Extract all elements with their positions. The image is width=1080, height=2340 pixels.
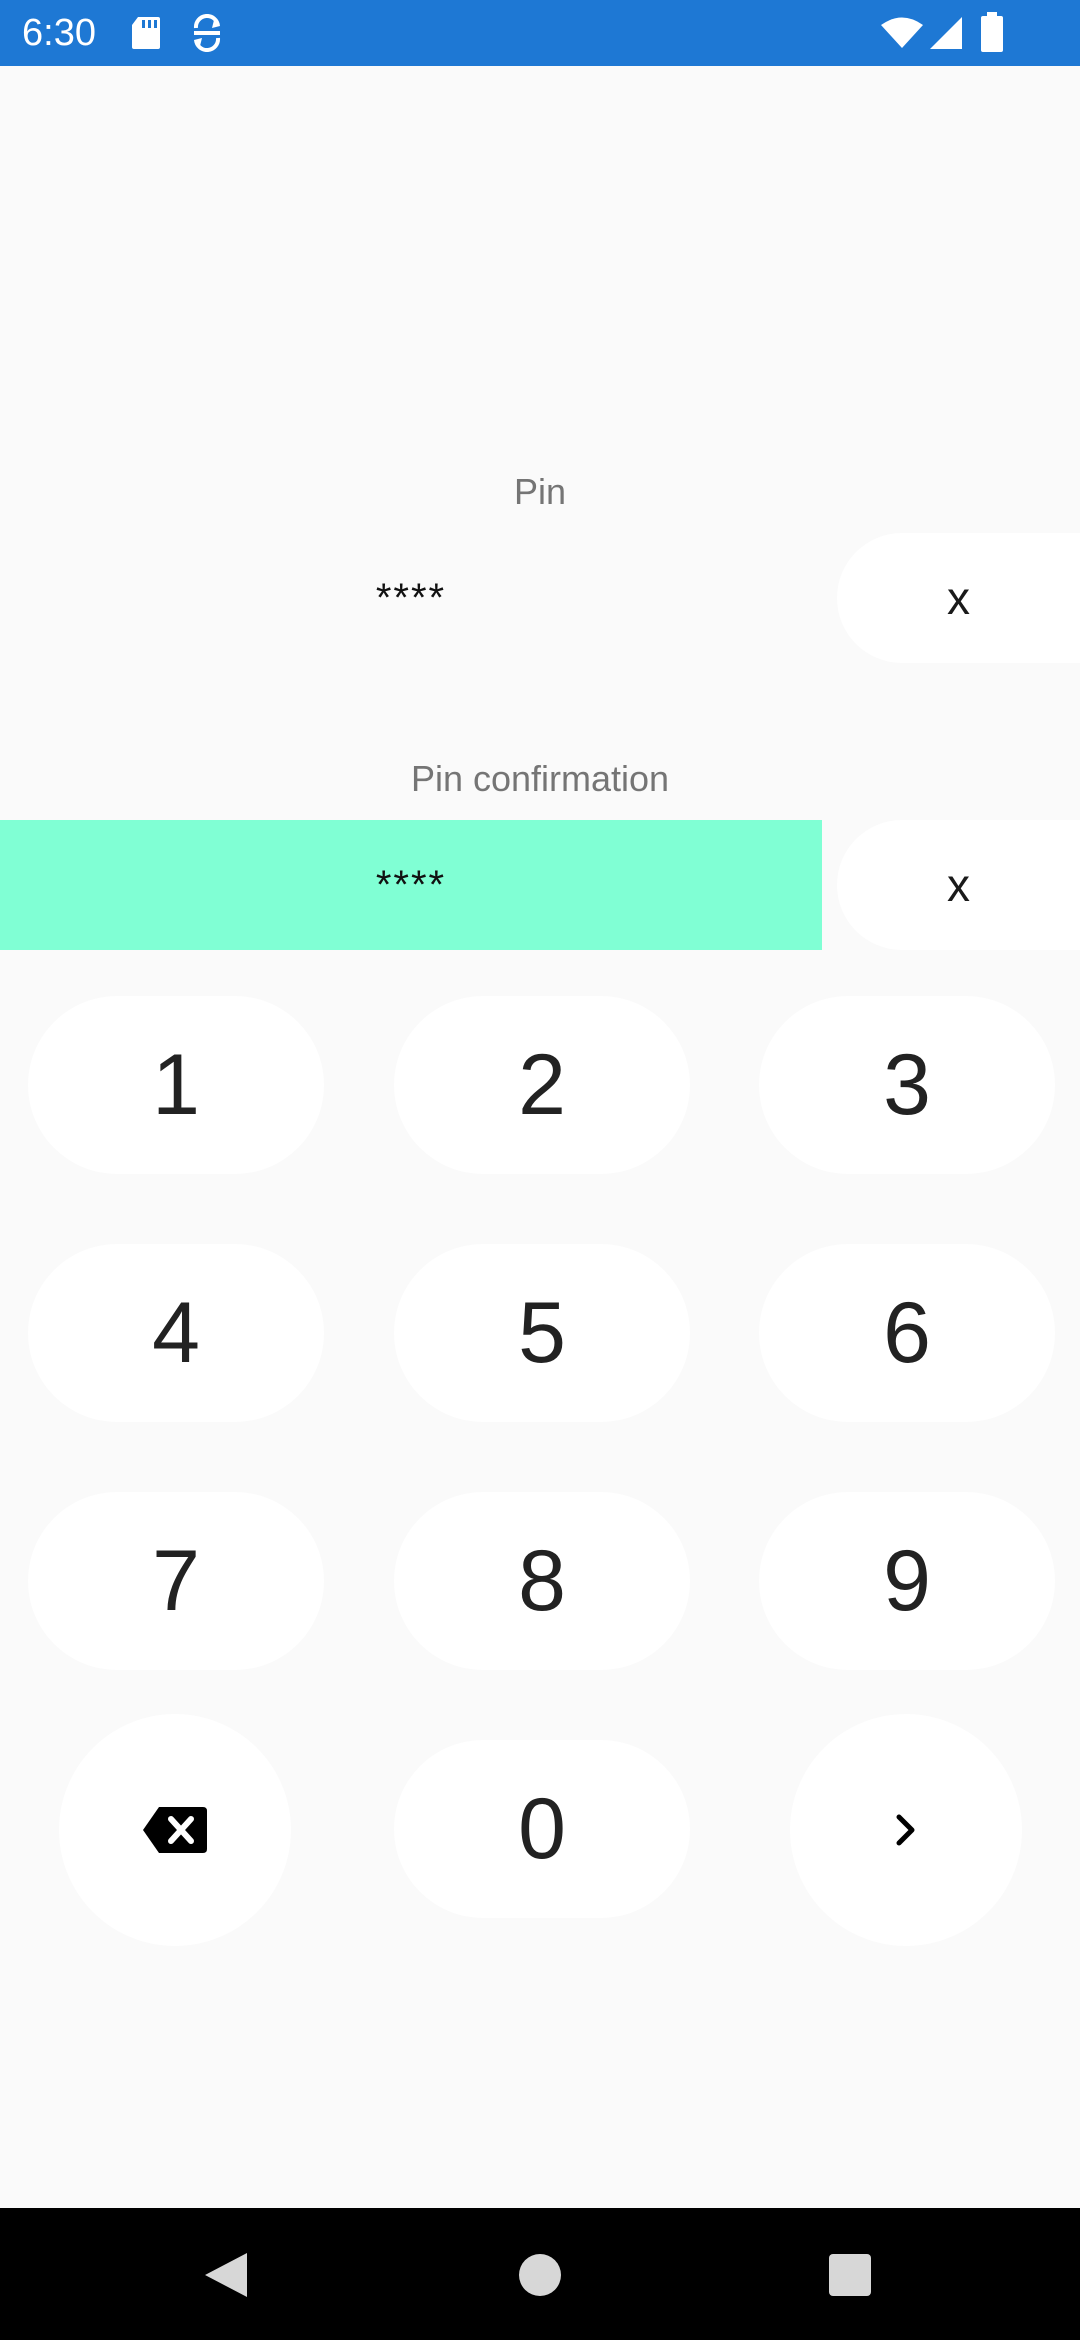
sync-icon (193, 14, 221, 52)
backspace-icon (143, 1807, 207, 1853)
backspace-button[interactable] (59, 1714, 291, 1946)
navigation-bar (0, 2208, 1080, 2340)
key-2[interactable]: 2 (394, 996, 690, 1174)
pin-confirmation-field[interactable]: **** (0, 820, 822, 950)
wifi-icon (881, 17, 923, 48)
signal-icon (930, 17, 962, 49)
status-bar: 6:30 (0, 0, 1080, 66)
key-7[interactable]: 7 (28, 1492, 324, 1670)
key-0[interactable]: 0 (394, 1740, 690, 1918)
next-button[interactable] (790, 1714, 1022, 1946)
status-time: 6:30 (22, 12, 96, 54)
pin-confirmation-clear-button[interactable]: x (837, 820, 1080, 950)
home-icon[interactable] (518, 2253, 562, 2297)
key-4[interactable]: 4 (28, 1244, 324, 1422)
pin-label: Pin (513, 471, 567, 512)
key-3[interactable]: 3 (759, 996, 1055, 1174)
pin-field[interactable]: **** (0, 533, 822, 663)
key-8[interactable]: 8 (394, 1492, 690, 1670)
key-1[interactable]: 1 (28, 996, 324, 1174)
sd-card-icon (132, 17, 160, 49)
key-5[interactable]: 5 (394, 1244, 690, 1422)
battery-icon (981, 12, 1003, 52)
chevron-right-icon (896, 1814, 915, 1846)
back-icon[interactable] (203, 2251, 249, 2299)
key-6[interactable]: 6 (759, 1244, 1055, 1422)
recents-icon[interactable] (828, 2253, 872, 2297)
pin-confirmation-label: Pin confirmation (410, 758, 670, 799)
pin-clear-button[interactable]: x (837, 533, 1080, 663)
key-9[interactable]: 9 (759, 1492, 1055, 1670)
